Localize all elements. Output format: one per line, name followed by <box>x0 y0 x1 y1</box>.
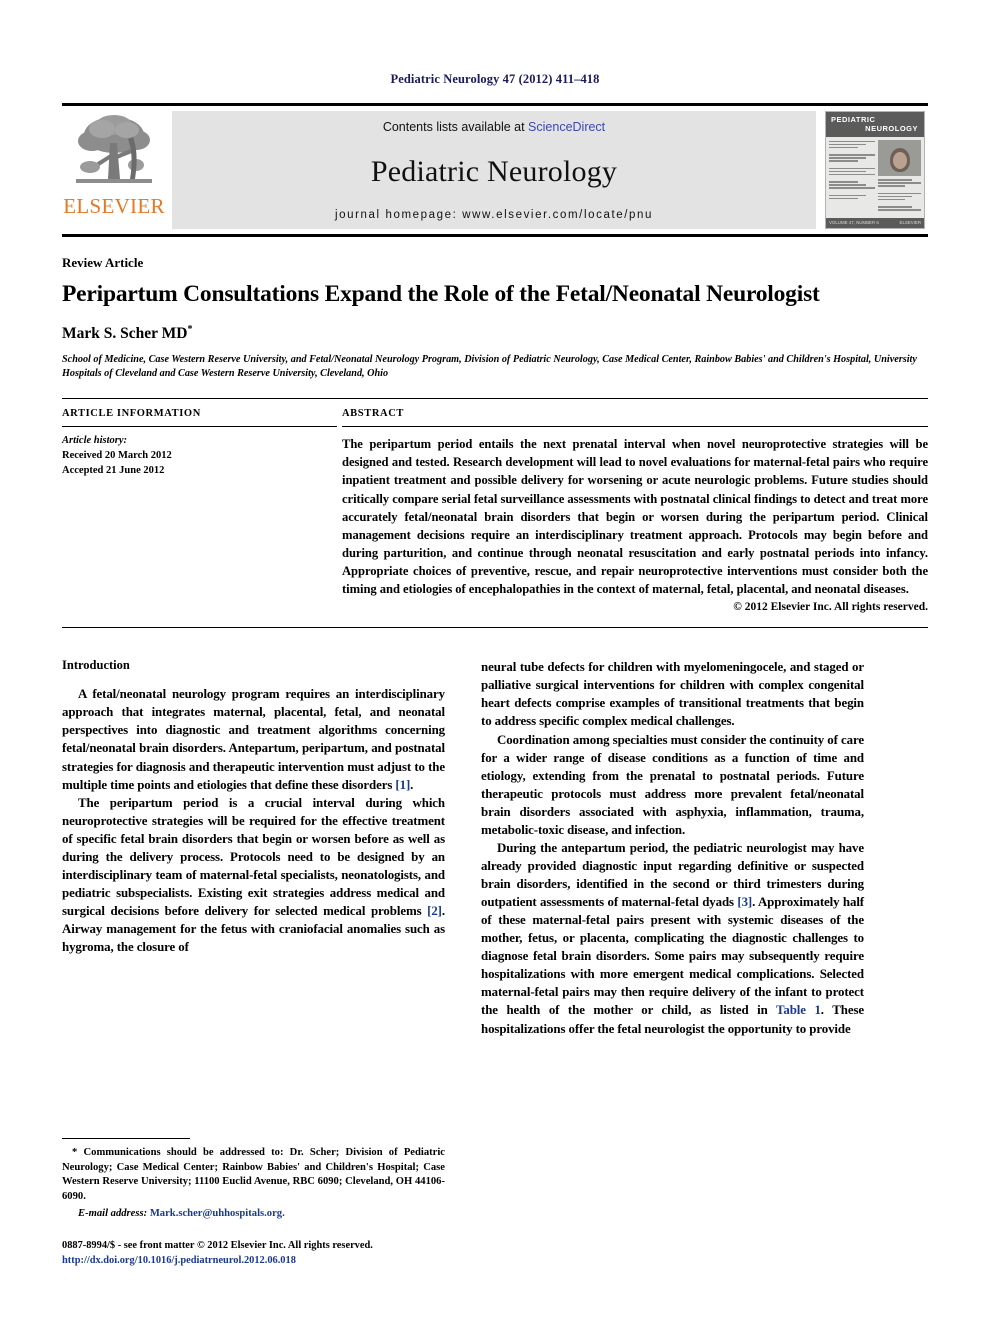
cover-right-column <box>878 139 921 216</box>
contents-prefix: Contents lists available at <box>382 120 529 134</box>
author-name: Mark S. Scher MD* <box>62 324 928 343</box>
cover-infant-photo <box>878 139 921 177</box>
paragraph-text-tail: . <box>410 777 414 792</box>
paragraph: A fetal/neonatal neurology program requi… <box>62 685 445 793</box>
paragraph-text: The peripartum period is a crucial inter… <box>62 795 445 919</box>
journal-homepage-link[interactable]: journal homepage: www.elsevier.com/locat… <box>335 209 653 221</box>
footnote-divider <box>62 1137 190 1139</box>
left-column: Introduction A fetal/neonatal neurology … <box>62 658 445 1037</box>
journal-masthead: ELSEVIER Contents lists available at Sci… <box>62 103 928 237</box>
cover-volume: VOLUME 47, NUMBER 6 <box>829 220 879 226</box>
right-column: neural tube defects for children with my… <box>481 658 864 1037</box>
paragraph: The peripartum period is a crucial inter… <box>62 794 445 957</box>
contents-available-line: Contents lists available at ScienceDirec… <box>383 120 605 134</box>
cover-body <box>826 136 924 219</box>
divider <box>62 627 928 629</box>
paragraph-text-mid: . Approximately half of these maternal-f… <box>481 895 865 1018</box>
cover-title: PEDIATRIC NEUROLOGY <box>826 112 924 137</box>
doi-link[interactable]: http://dx.doi.org/10.1016/j.pediatrneuro… <box>62 1253 445 1268</box>
abstract-column: ABSTRACT The peripartum period entails t… <box>337 408 928 613</box>
article-history: Article history: Received 20 March 2012 … <box>62 434 337 479</box>
article-history-label: Article history: <box>62 435 128 447</box>
table-1-link[interactable]: Table 1 <box>776 1003 821 1017</box>
abstract-heading: ABSTRACT <box>342 408 404 420</box>
received-date: Received 20 March 2012 <box>62 450 172 462</box>
author-footnote-marker: * <box>187 324 193 336</box>
paragraph-text: neural tube defects for children with my… <box>481 660 864 729</box>
footnote-area: * Communications should be addressed to:… <box>62 1137 445 1268</box>
email-label: E-mail address: <box>78 1208 148 1220</box>
email-link[interactable]: Mark.scher@uhhospitals.org. <box>150 1208 285 1219</box>
issn-copyright-line: 0887-8994/$ - see front matter © 2012 El… <box>62 1239 373 1251</box>
section-heading-introduction: Introduction <box>62 658 130 673</box>
author-label: Mark S. Scher MD <box>62 325 188 343</box>
info-abstract-section: ARTICLE INFORMATION Article history: Rec… <box>62 398 928 613</box>
divider <box>62 426 337 428</box>
paragraph: During the antepartum period, the pediat… <box>481 839 864 1038</box>
cover-footer: VOLUME 47, NUMBER 6 ELSEVIER <box>826 218 924 228</box>
accepted-date: Accepted 21 June 2012 <box>62 464 165 476</box>
correspondence-footnote: * Communications should be addressed to:… <box>62 1146 445 1222</box>
author-affiliation: School of Medicine, Case Western Reserve… <box>62 353 917 380</box>
elsevier-tree-icon <box>76 115 152 183</box>
paragraph: neural tube defects for children with my… <box>481 658 864 730</box>
masthead-center: Contents lists available at ScienceDirec… <box>172 111 816 229</box>
footnote-text: Communications should be addressed to: D… <box>62 1146 445 1203</box>
journal-title: Pediatric Neurology <box>370 154 618 188</box>
article-information-column: ARTICLE INFORMATION Article history: Rec… <box>62 408 337 613</box>
abstract-text: The peripartum period entails the next p… <box>342 437 928 597</box>
body-columns: Introduction A fetal/neonatal neurology … <box>62 658 928 1037</box>
citation-link[interactable]: [3] <box>737 895 752 909</box>
article-information-heading: ARTICLE INFORMATION <box>62 408 201 420</box>
cover-title-line2: NEUROLOGY <box>865 124 918 134</box>
citation-link[interactable]: [1] <box>395 778 410 792</box>
paragraph-text: A fetal/neonatal neurology program requi… <box>62 687 445 792</box>
abstract-copyright: © 2012 Elsevier Inc. All rights reserved… <box>733 601 928 614</box>
imprint-block: 0887-8994/$ - see front matter © 2012 El… <box>62 1238 445 1268</box>
email-row: E-mail address: Mark.scher@uhhospitals.o… <box>62 1207 445 1222</box>
paper-page: Pediatric Neurology 47 (2012) 411–418 EL… <box>0 0 990 1320</box>
elsevier-logo: ELSEVIER <box>62 106 166 234</box>
sciencedirect-link[interactable]: ScienceDirect <box>528 120 605 134</box>
paragraph: Coordination among specialties must cons… <box>481 731 864 839</box>
cover-right-lines <box>878 178 921 215</box>
elsevier-wordmark: ELSEVIER <box>63 194 165 218</box>
paragraph-text: Coordination among specialties must cons… <box>481 732 864 837</box>
cover-title-line1: PEDIATRIC <box>831 115 876 124</box>
cover-publisher: ELSEVIER <box>899 220 921 226</box>
divider <box>342 426 928 428</box>
article-type-label: Review Article <box>62 255 144 270</box>
citation-link[interactable]: [2] <box>427 904 442 918</box>
journal-cover-thumbnail: PEDIATRIC NEUROLOGY VOLUME 47, NUMBER 6 … <box>822 106 928 234</box>
page-title: Peripartum Consultations Expand the Role… <box>62 281 820 307</box>
running-head: Pediatric Neurology 47 (2012) 411–418 <box>390 72 600 86</box>
cover-contents-list <box>829 140 876 216</box>
